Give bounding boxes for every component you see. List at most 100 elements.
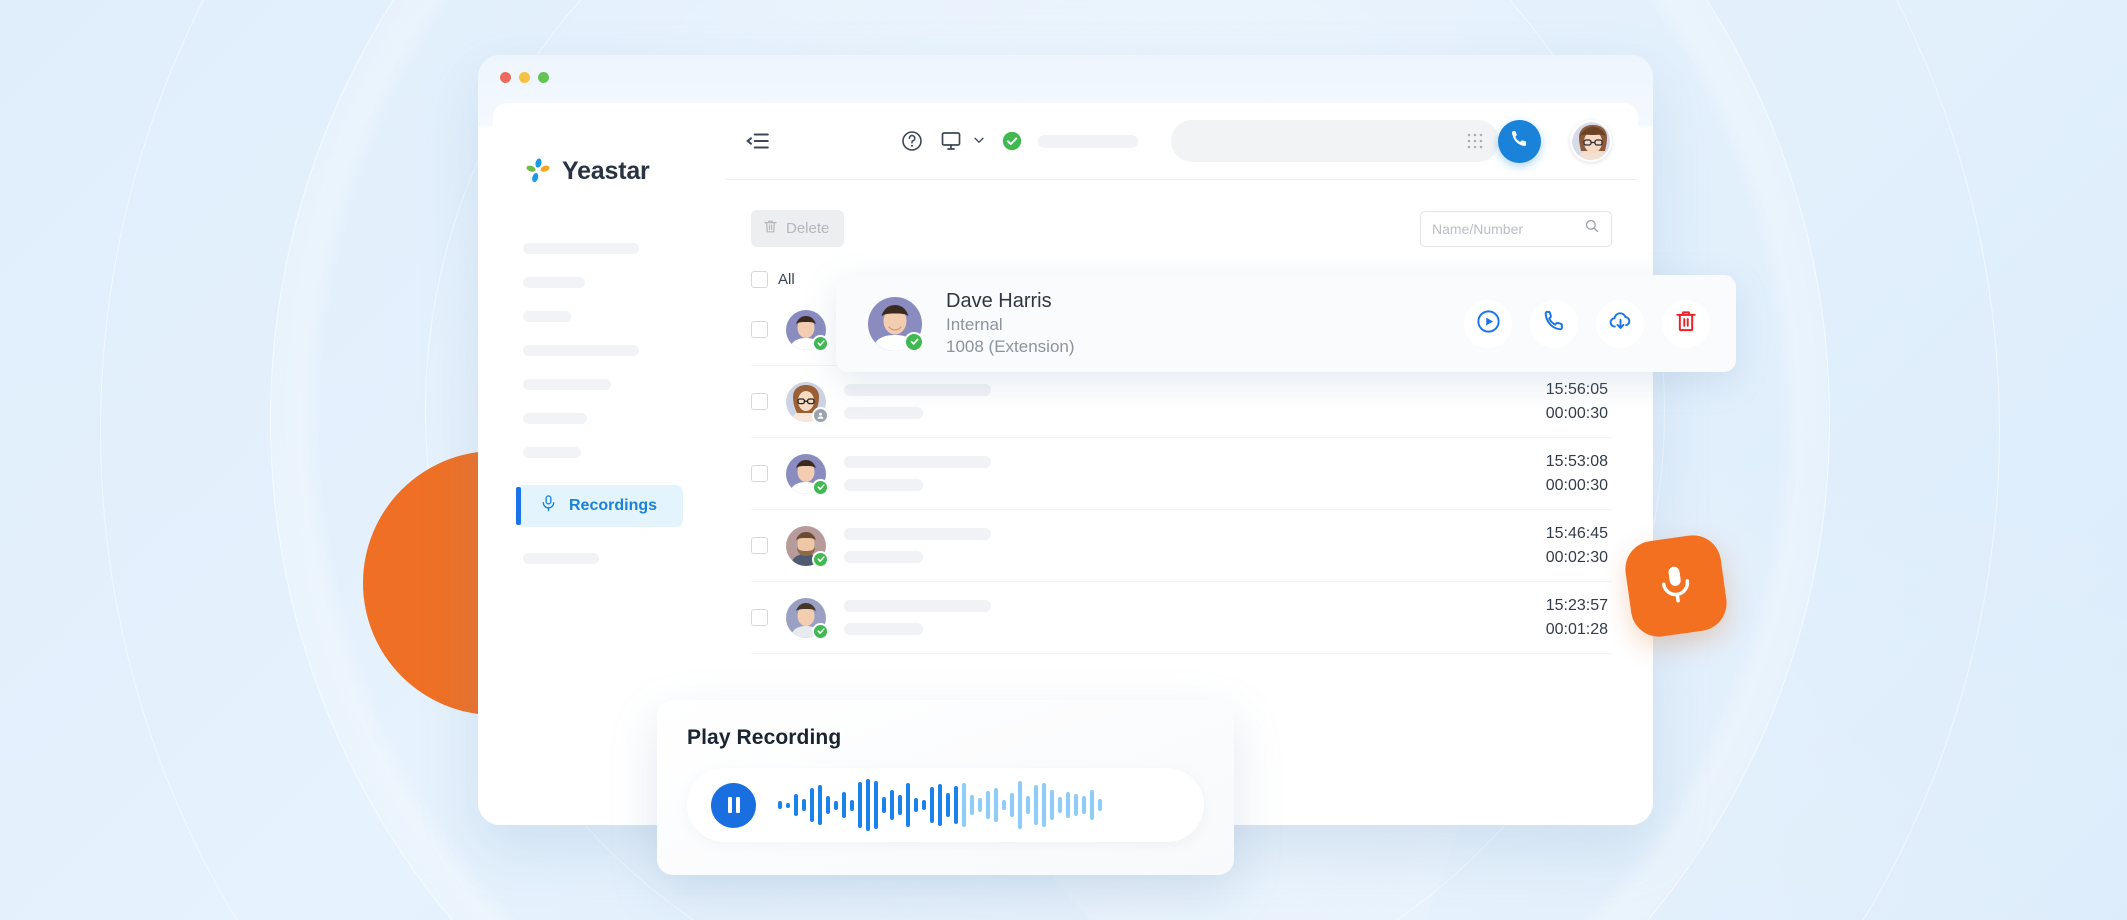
row-checkbox[interactable]: [751, 537, 768, 554]
waveform-bar: [874, 781, 878, 829]
waveform-bar: [826, 796, 830, 814]
pause-icon: [735, 797, 740, 813]
waveform-bar: [946, 793, 950, 817]
waveform-bar: [938, 784, 942, 826]
waveform-bar: [818, 785, 822, 825]
make-call-button[interactable]: [1498, 119, 1541, 163]
waveform-bar: [890, 790, 894, 820]
pause-button[interactable]: [711, 782, 756, 828]
user-avatar[interactable]: [1570, 120, 1612, 162]
waveform-bar: [1098, 799, 1102, 811]
row-checkbox[interactable]: [751, 321, 768, 338]
help-circle-icon[interactable]: [900, 129, 924, 153]
waveform-bar: [810, 788, 814, 822]
waveform-bar: [906, 783, 910, 827]
waveform-bar: [858, 782, 862, 828]
delete-recording-button[interactable]: [1662, 299, 1710, 348]
row-duration: 00:00:30: [1545, 476, 1608, 494]
waveform-bar: [834, 800, 838, 810]
status-badge: [812, 334, 829, 352]
search-input[interactable]: [1432, 220, 1578, 237]
status-badge: [904, 331, 924, 352]
sidebar-item-recordings[interactable]: Recordings: [516, 485, 683, 527]
contact-name: Dave Harris: [946, 290, 1052, 312]
row-duration: 00:01:28: [1545, 620, 1608, 638]
table-row[interactable]: 15:23:57 00:01:28: [751, 582, 1612, 654]
search-icon[interactable]: [1584, 218, 1600, 239]
topbar: [725, 103, 1638, 180]
chevron-down-icon[interactable]: [972, 133, 986, 150]
sidebar-skeleton-item: [523, 413, 587, 424]
row-time: 15:53:08: [1545, 452, 1608, 470]
collapse-sidebar-icon[interactable]: [745, 128, 771, 154]
waveform-bar: [954, 786, 958, 824]
waveform-bar: [1058, 797, 1062, 813]
minimize-window-button[interactable]: [519, 72, 530, 83]
row-checkbox[interactable]: [751, 465, 768, 482]
contact-extension: 1008 (Extension): [946, 337, 1075, 356]
row-time: 15:46:45: [1545, 524, 1608, 542]
waveform-bar: [1010, 793, 1014, 817]
waveform-bar: [978, 798, 982, 812]
status-badge: [812, 622, 829, 640]
monitor-icon[interactable]: [939, 129, 963, 153]
waveform-bar: [786, 802, 790, 808]
table-row[interactable]: 15:56:05 00:00:30: [751, 366, 1612, 438]
waveform-bar: [1002, 800, 1006, 810]
row-times: 15:53:08 00:00:30: [1488, 453, 1608, 495]
dialpad-icon[interactable]: [1466, 132, 1484, 150]
contact-type: Internal: [946, 315, 1003, 334]
delete-selected-button[interactable]: Delete: [751, 210, 845, 247]
presence-available-icon[interactable]: [1001, 130, 1023, 152]
table-row[interactable]: 15:46:45 00:02:30: [751, 510, 1612, 582]
microphone-icon: [539, 494, 558, 518]
pause-icon: [727, 797, 732, 813]
sidebar-skeleton-item: [523, 379, 611, 390]
sidebar-skeleton-item: [523, 447, 581, 458]
row-duration: 00:02:30: [1545, 548, 1608, 566]
waveform-bar: [850, 799, 854, 811]
dial-input[interactable]: [1171, 120, 1499, 162]
sidebar-item-label: Recordings: [569, 497, 658, 514]
waveform-bar: [794, 794, 798, 816]
table-row[interactable]: 15:53:08 00:00:30: [751, 438, 1612, 510]
row-checkbox[interactable]: [751, 609, 768, 626]
avatar: [786, 453, 829, 496]
call-contact-button[interactable]: [1530, 299, 1578, 348]
contact-hover-card[interactable]: Dave Harris Internal 1008 (Extension): [836, 275, 1736, 372]
waveform-bar: [1090, 790, 1094, 820]
sidebar-skeleton-item: [523, 311, 571, 322]
close-window-button[interactable]: [500, 72, 511, 83]
search-box[interactable]: [1420, 210, 1612, 247]
status-badge: [812, 550, 829, 568]
phone-icon: [1541, 308, 1567, 339]
row-checkbox[interactable]: [751, 393, 768, 410]
row-placeholder-text: [844, 456, 1470, 491]
waveform-bar: [1066, 792, 1070, 818]
select-all-checkbox[interactable]: [751, 271, 768, 288]
waveform-bar: [1018, 781, 1022, 829]
microphone-icon: [1651, 559, 1701, 614]
waveform-bar: [898, 795, 902, 815]
play-recording-button[interactable]: [1464, 299, 1512, 348]
waveform-scrubber[interactable]: [778, 779, 1180, 831]
waveform-bar: [930, 787, 934, 823]
waveform-bar: [970, 795, 974, 815]
download-recording-button[interactable]: [1596, 299, 1644, 348]
phone-icon: [1509, 128, 1530, 154]
status-badge: [812, 478, 829, 496]
sidebar-skeleton-item: [523, 345, 639, 356]
list-toolbar: Delete: [751, 210, 1612, 247]
waveform-bar: [802, 799, 806, 811]
audio-player: [687, 768, 1204, 842]
avatar: [786, 597, 829, 640]
waveform-bar: [1074, 794, 1078, 816]
waveform-bar: [962, 783, 966, 827]
yeastar-logo-icon: [523, 156, 553, 186]
waveform-bar: [986, 791, 990, 819]
trash-icon: [1673, 308, 1699, 339]
maximize-window-button[interactable]: [538, 72, 549, 83]
contact-details: Dave Harris Internal 1008 (Extension): [946, 290, 1440, 357]
waveform-bar: [842, 792, 846, 818]
waveform-bar: [1082, 796, 1086, 814]
